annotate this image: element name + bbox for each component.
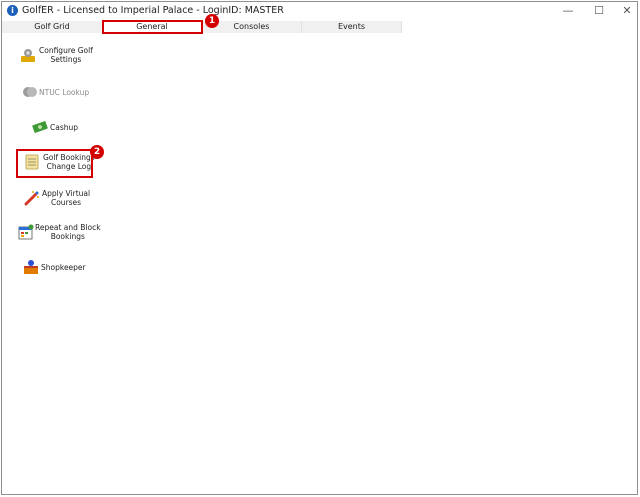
shopkeeper-icon — [24, 260, 38, 274]
repeat-and-block-label-line1: Repeat and Block — [35, 223, 101, 232]
gear-icon — [21, 49, 35, 62]
calendar-repeat-icon — [18, 224, 34, 240]
title-bar: i GolfER - Licensed to Imperial Palace -… — [2, 2, 637, 20]
shopkeeper-button[interactable]: Shopkeeper — [23, 259, 86, 275]
tab-bar: Golf Grid General Consoles Events — [2, 21, 637, 33]
annotation-highlight-golf-bookings — [16, 149, 93, 178]
close-button[interactable]: ✕ — [612, 2, 640, 20]
repeat-and-block-bookings-button[interactable]: Repeat and Block Bookings — [18, 223, 101, 241]
app-window: i GolfER - Licensed to Imperial Palace -… — [1, 1, 638, 495]
tab-events[interactable]: Events — [302, 21, 402, 33]
apply-virtual-courses-label-line2: Courses — [50, 198, 82, 207]
ntuc-lookup-button[interactable]: NTUC Lookup — [22, 84, 89, 100]
annotation-marker-1: 1 — [205, 14, 219, 28]
cashup-label: Cashup — [50, 122, 79, 132]
ntuc-lookup-label: NTUC Lookup — [39, 87, 90, 97]
tab-golf-grid[interactable]: Golf Grid — [2, 21, 103, 33]
annotation-highlight-general-tab — [102, 20, 203, 34]
cashup-button[interactable]: Cashup — [32, 119, 78, 135]
window-title: GolfER - Licensed to Imperial Palace - L… — [22, 5, 284, 16]
minimize-button[interactable]: — — [553, 2, 583, 20]
annotation-marker-2: 2 — [90, 145, 104, 159]
configure-golf-settings-label-line1: Configure Golf — [39, 46, 93, 55]
cash-icon — [32, 121, 48, 133]
configure-golf-settings-label-line2: Settings — [50, 55, 82, 64]
apply-virtual-courses-label-line1: Apply Virtual — [42, 189, 91, 198]
configure-golf-settings-button[interactable]: Configure Golf Settings — [20, 46, 93, 64]
maximize-button[interactable]: ☐ — [584, 2, 614, 20]
ntuc-icon — [23, 87, 37, 97]
apply-virtual-courses-button[interactable]: Apply Virtual Courses — [24, 189, 90, 207]
repeat-and-block-label-line2: Bookings — [50, 232, 85, 241]
magic-wand-icon — [24, 191, 39, 206]
app-logo-icon: i — [7, 5, 18, 16]
shopkeeper-label: Shopkeeper — [41, 262, 86, 272]
